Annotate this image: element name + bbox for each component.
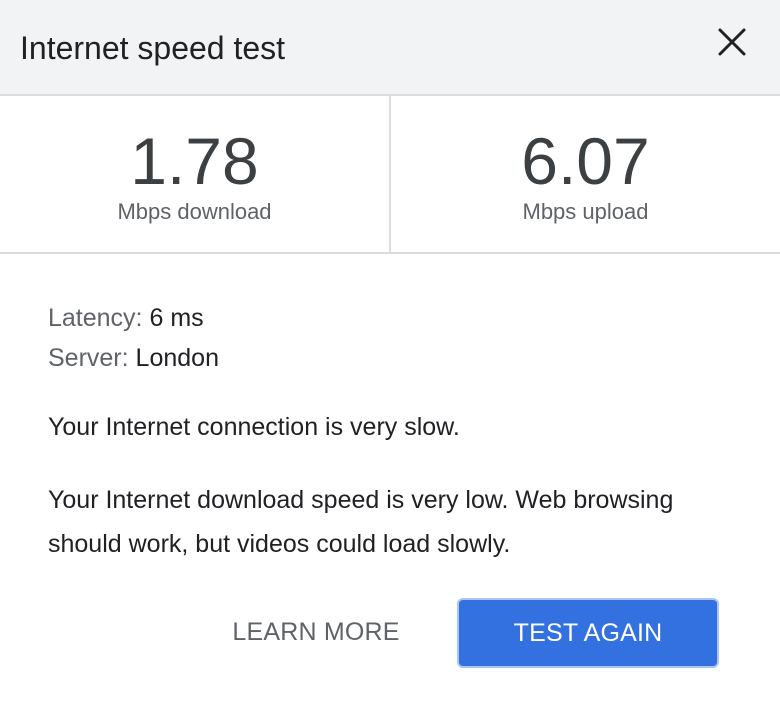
server-row: Server: London <box>48 338 738 378</box>
test-details: Latency: 6 ms Server: London <box>48 298 738 378</box>
dialog-header: Internet speed test <box>0 0 780 96</box>
speed-test-dialog: Internet speed test 1.78 Mbps download 6… <box>0 0 780 706</box>
close-icon <box>718 28 746 56</box>
latency-value: 6 ms <box>149 304 204 332</box>
latency-row: Latency: 6 ms <box>48 298 738 338</box>
latency-key: Latency: <box>48 304 143 332</box>
download-stat: 1.78 Mbps download <box>0 96 391 252</box>
summary-message: Your Internet connection is very slow. <box>48 413 460 441</box>
download-label: Mbps download <box>117 199 272 224</box>
server-value: London <box>135 344 219 372</box>
download-value: 1.78 <box>130 124 259 198</box>
server-key: Server: <box>48 344 129 372</box>
speed-results: 1.78 Mbps download 6.07 Mbps upload <box>0 96 780 254</box>
explanation-message: Your Internet download speed is very low… <box>48 486 674 558</box>
learn-more-button[interactable]: LEARN MORE <box>208 598 424 666</box>
upload-value: 6.07 <box>521 124 650 198</box>
upload-stat: 6.07 Mbps upload <box>391 96 780 252</box>
test-again-button[interactable]: TEST AGAIN <box>457 598 719 668</box>
dialog-title: Internet speed test <box>20 30 286 66</box>
upload-label: Mbps upload <box>522 199 649 224</box>
close-button[interactable] <box>712 22 752 62</box>
